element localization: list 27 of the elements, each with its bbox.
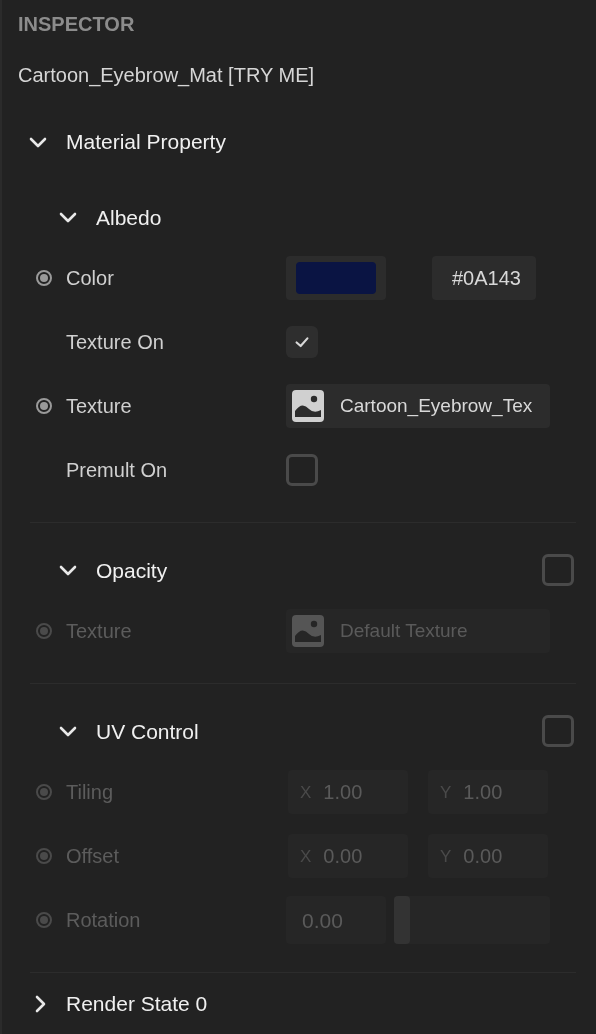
checkbox[interactable] [286,454,318,487]
radio-button[interactable] [36,270,52,287]
radio-button[interactable] [36,398,52,415]
panel-title: INSPECTOR [17,12,136,38]
color-swatch-button[interactable] [286,256,386,301]
image-icon [292,390,324,423]
texture-field[interactable]: Cartoon_Eyebrow_Tex [286,384,550,429]
property-label: Texture [66,619,132,645]
checkbox[interactable] [286,326,318,359]
property-label: Rotation [66,908,141,934]
section-title[interactable]: Render State 0 [66,987,208,1020]
property-label: Premult On [66,458,168,484]
texture-name: Cartoon_Eyebrow_Tex [340,394,533,419]
hex-input-field[interactable]: #0A143 [432,256,536,301]
material-name: Cartoon_Eyebrow_Mat [TRY ME] [17,63,316,89]
property-label: Tiling [66,780,114,806]
property-label: Texture [66,394,132,420]
group-title[interactable]: Albedo [96,201,162,234]
property-label: Offset [66,844,119,870]
group-title[interactable]: Opacity [96,554,168,587]
property-label: Color [66,266,114,292]
checkbox[interactable] [542,715,574,748]
section-title[interactable]: Material Property [66,126,226,158]
group-title[interactable]: UV Control [96,715,199,748]
checkbox[interactable] [542,554,574,587]
image-icon [292,615,324,648]
property-label: Texture On [66,330,164,356]
